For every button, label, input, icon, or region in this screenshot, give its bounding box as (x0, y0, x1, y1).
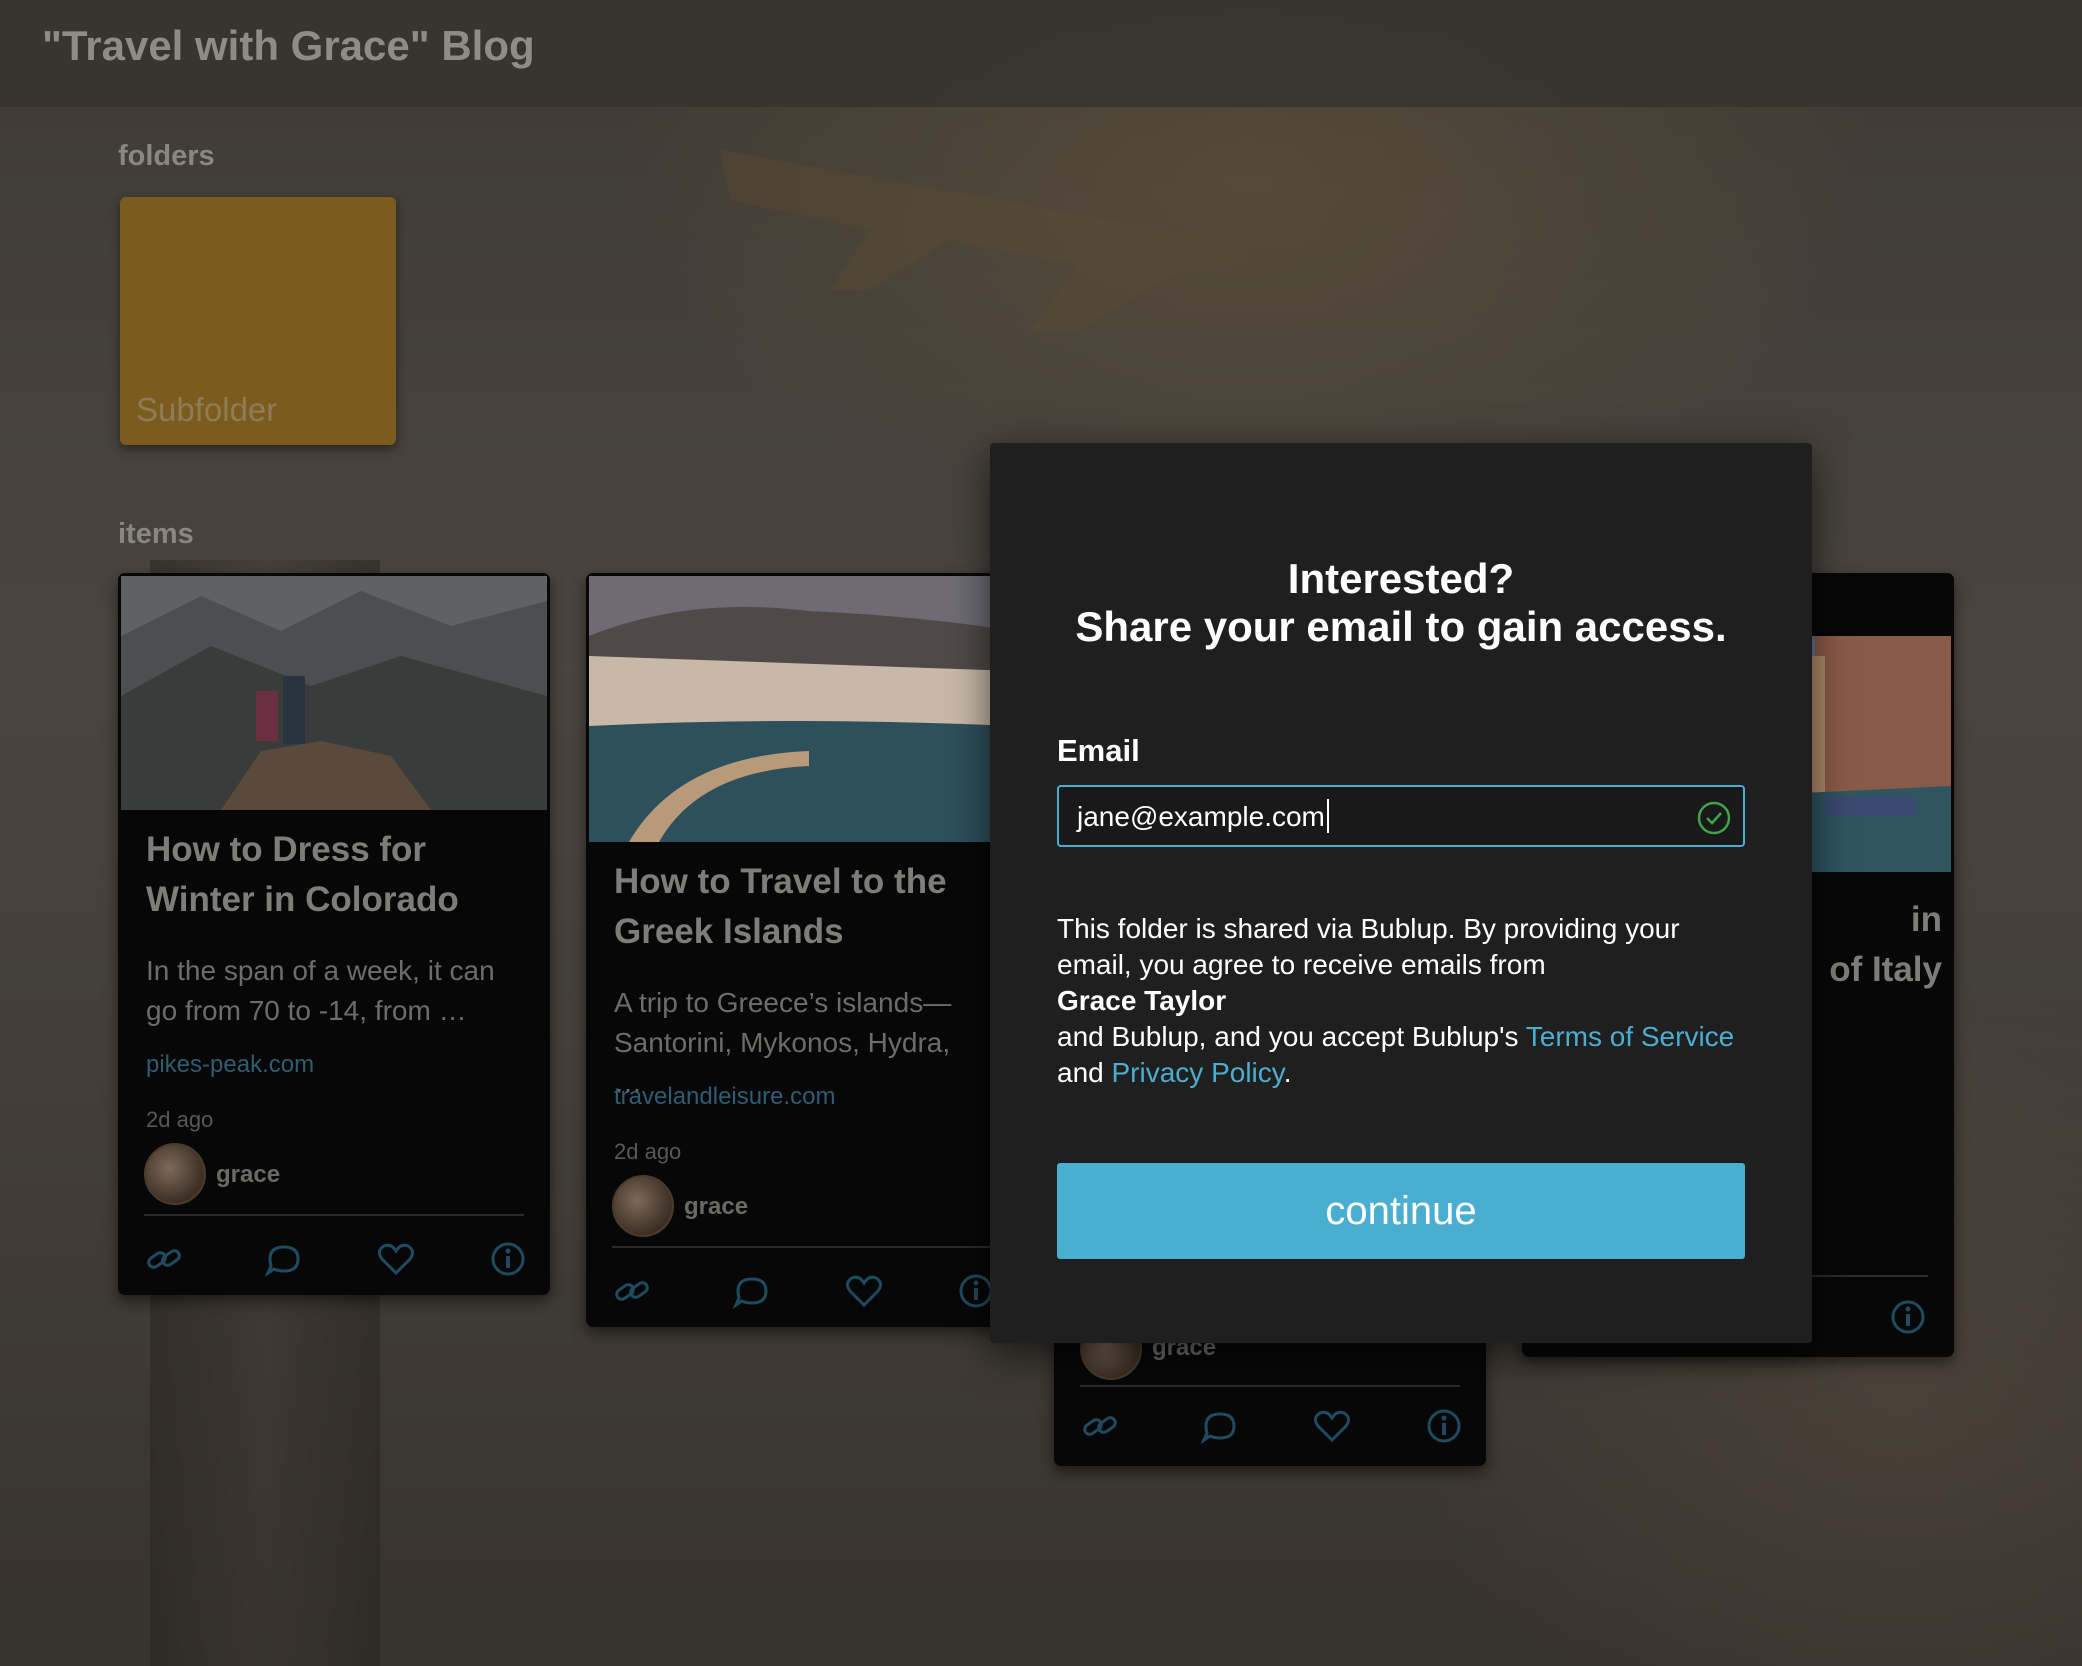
card-image-island-harbor (589, 576, 1015, 842)
folder-tile-subfolder[interactable]: Subfolder (120, 197, 396, 445)
heart-icon[interactable] (844, 1271, 884, 1311)
modal-heading-line1: Interested? (1287, 555, 1515, 602)
info-icon[interactable] (1424, 1406, 1464, 1446)
terms-part2: and Bublup, and you accept Bublup's (1057, 1021, 1519, 1052)
heart-icon[interactable] (1312, 1406, 1352, 1446)
card-actions (1054, 1406, 1486, 1446)
terms-text: This folder is shared via Bublup. By pro… (1057, 911, 1757, 1091)
card-description: In the span of a week, it can go from 70… (146, 955, 495, 1026)
card-source-link[interactable]: pikes-peak.com (146, 1051, 314, 1079)
card-source-link[interactable]: travelandleisure.com (614, 1083, 835, 1111)
valid-check-icon (1697, 801, 1731, 835)
modal-heading: Interested? Share your email to gain acc… (990, 555, 1812, 651)
terms-of-service-link[interactable]: Terms of Service (1526, 1021, 1735, 1052)
card-divider (1080, 1385, 1460, 1387)
owner-name: Grace Taylor (1057, 985, 1227, 1016)
folder-label: Subfolder (136, 391, 278, 428)
info-icon[interactable] (1888, 1297, 1928, 1337)
email-value[interactable]: jane@example.com (1077, 801, 1325, 833)
card-image-mountains (121, 576, 547, 810)
header-bar: "Travel with Grace" Blog (0, 0, 2082, 107)
avatar (612, 1175, 674, 1237)
avatar (144, 1143, 206, 1205)
heart-icon[interactable] (376, 1239, 416, 1279)
continue-button[interactable]: continue (1057, 1163, 1745, 1259)
comment-icon[interactable] (1200, 1406, 1240, 1446)
terms-part1: This folder is shared via Bublup. By pro… (1057, 913, 1680, 980)
card-timestamp: 2d ago (614, 1139, 682, 1164)
card-divider (612, 1246, 992, 1248)
terms-and: and (1057, 1057, 1104, 1088)
link-icon[interactable] (1080, 1406, 1120, 1446)
link-icon[interactable] (612, 1271, 652, 1311)
card-title: How to Travel to the Greek Islands (614, 862, 947, 951)
comment-icon[interactable] (264, 1239, 304, 1279)
card-actions (118, 1239, 550, 1279)
items-heading: items (118, 518, 194, 550)
terms-period: . (1283, 1057, 1292, 1088)
email-label: Email (1057, 733, 1140, 768)
modal-heading-line2: Share your email to gain access. (1075, 603, 1727, 650)
item-card-colorado[interactable]: How to Dress for Winter in Colorado In t… (118, 573, 550, 1295)
folders-heading: folders (118, 140, 215, 172)
card-title: How to Dress for Winter in Colorado (146, 830, 459, 919)
card-author: grace (216, 1161, 281, 1188)
text-caret (1327, 799, 1329, 833)
item-card-greek-islands[interactable]: How to Travel to the Greek Islands A tri… (586, 573, 1018, 1327)
card-divider (144, 1214, 524, 1216)
email-field[interactable]: jane@example.com (1057, 785, 1745, 847)
privacy-policy-link[interactable]: Privacy Policy (1112, 1057, 1284, 1088)
card-timestamp: 2d ago (146, 1107, 214, 1132)
page-title: "Travel with Grace" Blog (42, 22, 535, 69)
email-access-modal: Interested? Share your email to gain acc… (990, 443, 1812, 1343)
comment-icon[interactable] (732, 1271, 772, 1311)
info-icon[interactable] (488, 1239, 528, 1279)
card-actions (586, 1271, 1018, 1311)
card-author: grace (684, 1193, 749, 1220)
link-icon[interactable] (144, 1239, 184, 1279)
